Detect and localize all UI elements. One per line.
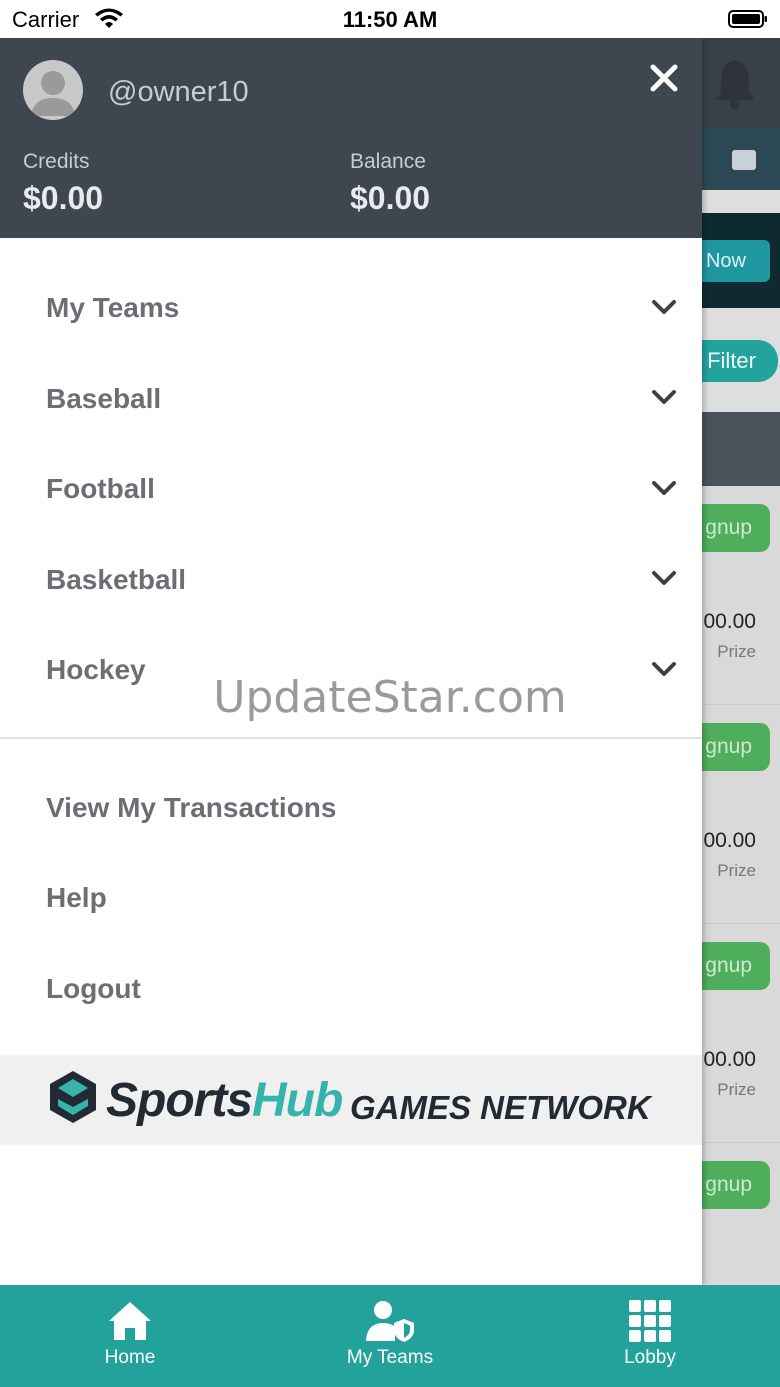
tab-bar: Home My Teams Lobby	[0, 1285, 780, 1387]
logo-wordmark: SportsHub	[106, 1074, 343, 1127]
home-icon	[109, 1302, 151, 1340]
watermark: UpdateStar.com	[213, 672, 567, 723]
logo-network-text: GAMES NETWORK	[350, 1089, 651, 1126]
prize-label: Prize	[717, 861, 756, 880]
background-section-header	[702, 412, 780, 486]
menu-item-baseball[interactable]: Baseball	[46, 383, 161, 415]
signup-button[interactable]: gnup	[702, 1161, 770, 1209]
tab-my-teams-label: My Teams	[346, 1347, 434, 1368]
signup-button[interactable]: gnup	[702, 504, 770, 552]
clock: 11:50 AM	[342, 7, 438, 32]
tab-home-label: Home	[104, 1347, 156, 1368]
balance-label: Balance	[350, 150, 426, 173]
link-help[interactable]: Help	[46, 882, 107, 914]
side-drawer: @owner10 Credits $0.00 Balance $0.00 My …	[0, 38, 702, 1285]
user-icon	[31, 71, 75, 116]
menu-item-my-teams[interactable]: My Teams	[46, 292, 179, 324]
contest-card[interactable]: gnup 00.00 Prize	[702, 705, 780, 925]
background-toolbar	[702, 128, 780, 190]
user-shield-icon	[366, 1301, 414, 1342]
now-button[interactable]: Now	[702, 240, 770, 282]
close-icon[interactable]	[646, 60, 682, 96]
contest-card[interactable]: gnup	[702, 1143, 780, 1285]
tab-lobby[interactable]: Lobby	[520, 1285, 780, 1387]
username: @owner10	[108, 76, 249, 108]
link-logout[interactable]: Logout	[46, 973, 141, 1005]
prize-label: Prize	[717, 642, 756, 661]
tab-home[interactable]: Home	[0, 1285, 260, 1387]
filter-button[interactable]: Filter	[702, 340, 778, 382]
tab-my-teams[interactable]: My Teams	[260, 1285, 520, 1387]
menu-item-football[interactable]: Football	[46, 473, 155, 505]
link-view-transactions[interactable]: View My Transactions	[46, 792, 337, 824]
tab-lobby-label: Lobby	[624, 1347, 676, 1368]
credits-label: Credits	[23, 150, 90, 173]
bell-icon[interactable]	[712, 56, 758, 110]
signup-button[interactable]: gnup	[702, 723, 770, 771]
background-app: Now Filter gnup 00.00 Prize gnup 00.00 P…	[702, 38, 780, 1285]
status-bar: Carrier 11:50 AM	[0, 0, 780, 38]
wallet-icon[interactable]	[732, 150, 756, 170]
prize-amount: 00.00	[703, 1048, 756, 1071]
signup-button[interactable]: gnup	[702, 942, 770, 990]
balance-value: $0.00	[350, 180, 431, 216]
chevron-down-icon[interactable]	[651, 479, 677, 497]
chevron-down-icon[interactable]	[651, 298, 677, 316]
chevron-down-icon[interactable]	[651, 569, 677, 587]
chevron-down-icon[interactable]	[651, 388, 677, 406]
sportshub-logo: SportsHub GAMES NETWORK	[0, 1055, 702, 1145]
avatar[interactable]	[23, 60, 83, 120]
contest-card[interactable]: gnup 00.00 Prize	[702, 924, 780, 1144]
prize-label: Prize	[717, 1080, 756, 1099]
prize-amount: 00.00	[703, 829, 756, 852]
credits-value: $0.00	[23, 180, 104, 216]
sportshub-mark-icon	[50, 1071, 96, 1123]
background-header	[702, 38, 780, 128]
grid-icon	[629, 1300, 671, 1342]
menu-item-basketball[interactable]: Basketball	[46, 564, 186, 596]
drawer-header: @owner10 Credits $0.00 Balance $0.00	[0, 38, 702, 238]
menu-divider	[0, 737, 702, 739]
battery-icon	[728, 10, 767, 28]
prize-amount: 00.00	[703, 610, 756, 633]
